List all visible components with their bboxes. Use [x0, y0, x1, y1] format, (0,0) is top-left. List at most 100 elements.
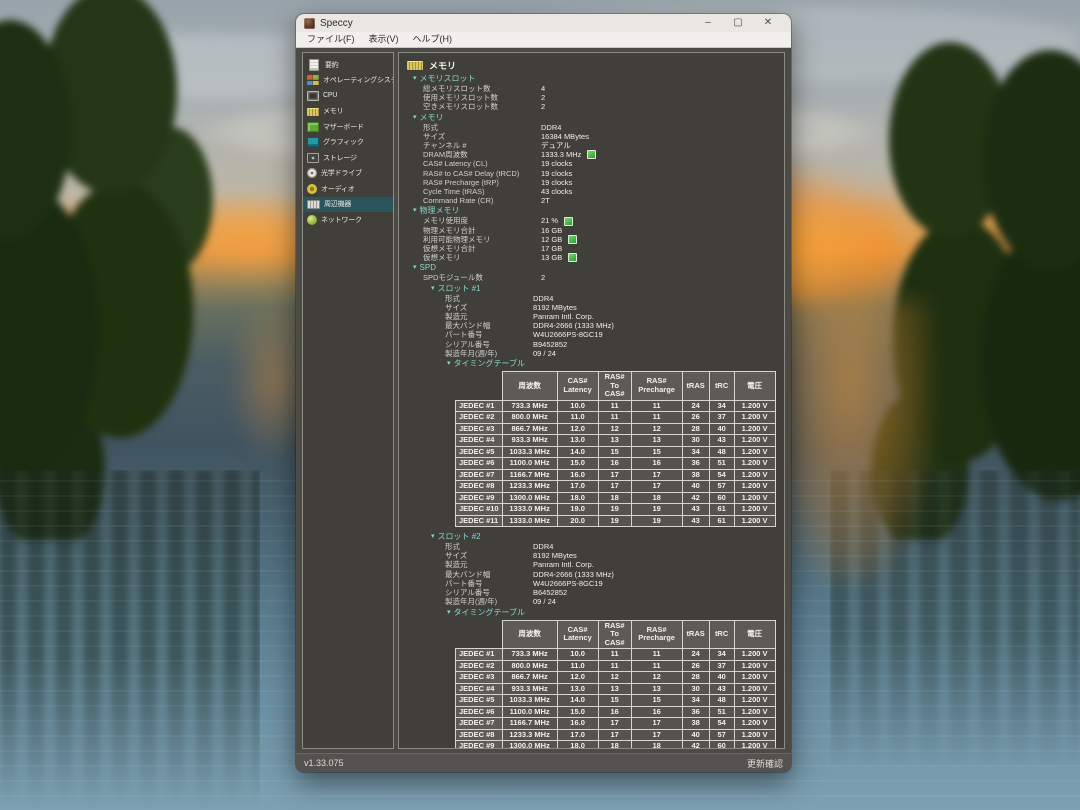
property-row: 最大バンド幅DDR4-2666 (1333 MHz) — [399, 570, 784, 579]
section-header[interactable]: ▾タイミングテーブル — [399, 607, 784, 618]
minimize-button[interactable]: – — [693, 14, 723, 32]
property-value: DDR4 — [533, 294, 553, 303]
property-row: SPDモジュール数2 — [399, 273, 784, 282]
property-value: デュアル — [541, 141, 571, 150]
timing-col-header — [456, 372, 503, 401]
timing-cell: 17 — [598, 469, 631, 481]
sidebar-item-peripherals[interactable]: 周辺機器 — [303, 197, 393, 213]
property-label: 最大バンド幅 — [445, 570, 533, 579]
property-row: RAS# Precharge (tRP)19 clocks — [399, 178, 784, 187]
menu-item[interactable]: ファイル(F) — [300, 32, 362, 47]
property-value: 19 clocks — [541, 169, 572, 178]
sidebar-item-network[interactable]: ネットワーク — [303, 212, 393, 228]
timing-cell: 17 — [598, 481, 631, 493]
section-header[interactable]: ▾タイミングテーブル — [399, 358, 784, 369]
timing-cell: 38 — [682, 718, 709, 730]
titlebar[interactable]: Speccy – ▢ ✕ — [296, 14, 791, 32]
sidebar-item-label: グラフィック — [323, 137, 364, 147]
timing-cell: 1.200 V — [734, 683, 775, 695]
jedec-label: JEDEC #6 — [456, 458, 503, 470]
sidebar-item-summary[interactable]: 要約 — [303, 57, 393, 73]
sidebar-item-motherboard[interactable]: マザーボード — [303, 119, 393, 135]
sidebar-item-optical-drive[interactable]: 光学ドライブ — [303, 166, 393, 182]
storage-icon — [307, 153, 319, 163]
property-label: チャンネル # — [423, 141, 541, 150]
table-row: JEDEC #91300.0 MHz18.0181842601.200 V — [456, 492, 776, 504]
timing-col-header: tRAS — [682, 620, 709, 649]
jedec-label: JEDEC #2 — [456, 412, 503, 424]
jedec-label: JEDEC #8 — [456, 481, 503, 493]
timing-cell: 17 — [631, 481, 682, 493]
menu-item[interactable]: ヘルプ(H) — [406, 32, 460, 47]
timing-cell: 61 — [709, 515, 734, 527]
timing-cell: 1100.0 MHz — [502, 458, 557, 470]
timing-cell: 1100.0 MHz — [502, 706, 557, 718]
sidebar-item-storage[interactable]: ストレージ — [303, 150, 393, 166]
property-label: 製造年月(週/年) — [445, 349, 533, 358]
property-row: RAS# to CAS# Delay (tRCD)19 clocks — [399, 169, 784, 178]
timing-cell: 17.0 — [557, 729, 598, 741]
sidebar-item-graphics[interactable]: グラフィック — [303, 135, 393, 151]
menu-item[interactable]: 表示(V) — [362, 32, 406, 47]
section-header[interactable]: ▾スロット #2 — [399, 531, 784, 542]
timing-col-header: RAS# To CAS# — [598, 372, 631, 401]
property-value: 19 clocks — [541, 159, 572, 168]
timing-cell: 17 — [598, 729, 631, 741]
timing-cell: 1.200 V — [734, 706, 775, 718]
sidebar-item-cpu[interactable]: CPU — [303, 88, 393, 104]
os-icon — [307, 75, 319, 85]
timing-cell: 40 — [682, 481, 709, 493]
timing-cell: 16.0 — [557, 718, 598, 730]
timing-cell: 61 — [709, 504, 734, 516]
timing-cell: 11 — [631, 660, 682, 672]
timing-cell: 800.0 MHz — [502, 660, 557, 672]
timing-cell: 1233.3 MHz — [502, 481, 557, 493]
timing-col-header: CAS# Latency — [557, 620, 598, 649]
section-header[interactable]: ▾SPD — [399, 262, 784, 273]
close-button[interactable]: ✕ — [753, 14, 783, 32]
timing-cell: 11.0 — [557, 412, 598, 424]
jedec-label: JEDEC #5 — [456, 446, 503, 458]
table-row: JEDEC #3866.7 MHz12.0121228401.200 V — [456, 672, 776, 684]
sidebar-item-memory[interactable]: メモリ — [303, 104, 393, 120]
sidebar-item-audio[interactable]: オーディオ — [303, 181, 393, 197]
section-header[interactable]: ▾メモリスロット — [399, 73, 784, 84]
collapse-arrow-icon: ▾ — [413, 205, 417, 216]
section-header[interactable]: ▾物理メモリ — [399, 205, 784, 216]
timing-cell: 24 — [682, 649, 709, 661]
property-value: DDR4-2666 (1333 MHz) — [533, 321, 614, 330]
timing-cell: 34 — [682, 695, 709, 707]
timing-cell: 19 — [631, 504, 682, 516]
timing-cell: 1.200 V — [734, 412, 775, 424]
sidebar-item-label: 周辺機器 — [324, 199, 351, 209]
timing-cell: 28 — [682, 423, 709, 435]
section-title: メモリ — [420, 112, 444, 123]
property-label: 仮想メモリ合計 — [423, 244, 541, 253]
timing-cell: 16.0 — [557, 469, 598, 481]
property-row: サイズ8192 MBytes — [399, 303, 784, 312]
timing-cell: 60 — [709, 741, 734, 750]
sidebar-item-os[interactable]: オペレーティングシステム — [303, 73, 393, 89]
timing-cell: 36 — [682, 706, 709, 718]
jedec-label: JEDEC #10 — [456, 504, 503, 516]
timing-cell: 19 — [598, 504, 631, 516]
maximize-button[interactable]: ▢ — [723, 14, 753, 32]
jedec-label: JEDEC #1 — [456, 649, 503, 661]
property-label: パート番号 — [445, 579, 533, 588]
timing-cell: 14.0 — [557, 446, 598, 458]
table-row: JEDEC #71166.7 MHz16.0171738541.200 V — [456, 469, 776, 481]
section-header[interactable]: ▾スロット #1 — [399, 283, 784, 294]
sidebar-item-label: ストレージ — [323, 153, 357, 163]
timing-cell: 1.200 V — [734, 649, 775, 661]
check-updates-link[interactable]: 更新確認 — [747, 757, 783, 770]
section-title: スロット #1 — [438, 283, 481, 294]
property-label: サイズ — [445, 303, 533, 312]
timing-cell: 1.200 V — [734, 458, 775, 470]
timing-col-header: tRC — [709, 372, 734, 401]
timing-cell: 17 — [631, 729, 682, 741]
property-value: 2 — [541, 93, 545, 102]
section-header[interactable]: ▾メモリ — [399, 112, 784, 123]
property-label: RAS# Precharge (tRP) — [423, 178, 541, 187]
property-row: 仮想メモリ合計17 GB — [399, 244, 784, 253]
table-row: JEDEC #4933.3 MHz13.0131330431.200 V — [456, 435, 776, 447]
